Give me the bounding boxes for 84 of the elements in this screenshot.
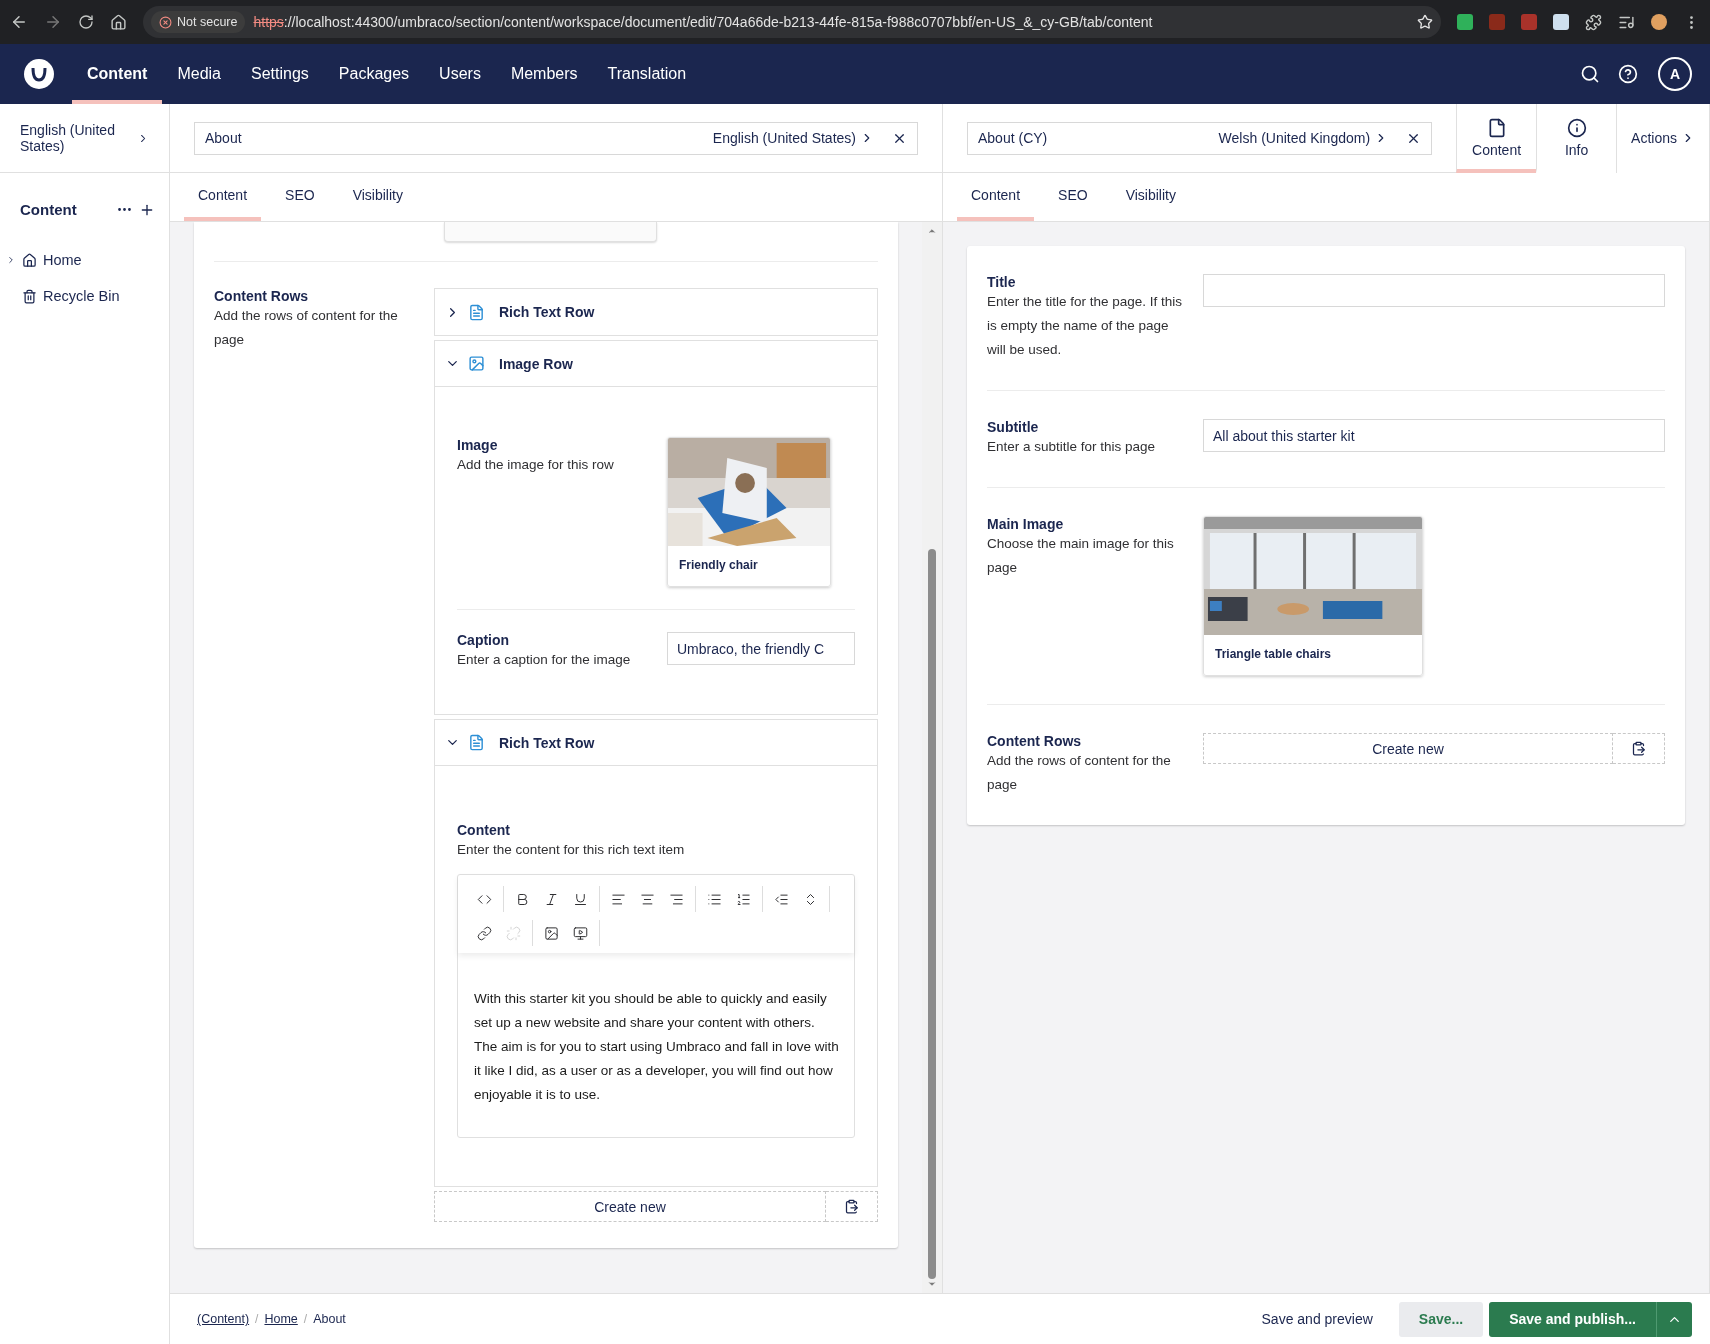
nav-tab[interactable]: Settings: [236, 44, 324, 104]
rich-text-editor[interactable]: [457, 874, 855, 1138]
user-avatar[interactable]: A: [1658, 57, 1692, 91]
logo-icon[interactable]: [24, 59, 54, 89]
tree-item[interactable]: Home: [0, 242, 169, 278]
star-icon[interactable]: [1417, 14, 1433, 30]
property-description: Enter a caption for the image: [457, 651, 632, 669]
property-description: Choose the main image for this page: [987, 535, 1175, 577]
image-card[interactable]: Triangle table chairs: [1203, 516, 1423, 676]
chevron-right-icon[interactable]: [6, 254, 16, 266]
trash-icon: [22, 288, 37, 304]
image-caption: Triangle table chairs: [1214, 646, 1333, 663]
actions-button[interactable]: Actions: [1616, 104, 1709, 173]
property-label: Main Image: [987, 516, 1065, 532]
save-button[interactable]: Save...: [1398, 1301, 1484, 1337]
scroll-up-icon[interactable]: [927, 226, 937, 236]
nav-tab[interactable]: Members: [495, 44, 593, 104]
caret-icon[interactable]: [1656, 1301, 1692, 1337]
text-field[interactable]: [1203, 274, 1665, 307]
document-icon: [468, 734, 485, 751]
tree-item[interactable]: Recycle Bin: [0, 278, 169, 314]
nav-tab[interactable]: Packages: [323, 44, 425, 104]
scroll-down-icon[interactable]: [927, 1279, 937, 1289]
paste-button[interactable]: [1613, 733, 1665, 764]
help-icon[interactable]: [1618, 64, 1638, 84]
property-description: Add the rows of content for the page: [987, 752, 1172, 794]
rich-text-content: With this starter kit you should be able to quickly and easily set up a new website and share your content with others. The aim is for you to start using Umbraco and fall in love with it like I did, as a user or as a developer, you will find out how enjoyable it is to use.: [473, 990, 840, 1104]
property-description: Enter the content for this rich text item: [457, 841, 686, 859]
nav-tab[interactable]: Translation: [592, 44, 702, 104]
back-icon[interactable]: [10, 13, 28, 31]
breadcrumb-separator: /: [255, 1312, 259, 1326]
image-card[interactable]: Friendly chair: [667, 437, 831, 587]
home-icon[interactable]: [110, 13, 127, 31]
info-icon: [1566, 117, 1587, 138]
breadcrumb-separator: /: [303, 1312, 308, 1326]
property-description: Enter the title for the page. If this is empty the name of the page will be used.: [987, 293, 1183, 359]
forward-icon[interactable]: [44, 13, 62, 31]
profile-icon[interactable]: [1651, 14, 1667, 30]
property-description: Enter a subtitle for this page: [987, 438, 1157, 456]
breadcrumb-current[interactable]: About: [313, 1312, 346, 1326]
breadcrumb-link[interactable]: Home: [264, 1312, 298, 1326]
house-icon: [22, 252, 37, 268]
property-label: Subtitle: [987, 419, 1040, 435]
property-label: Caption: [457, 632, 511, 648]
property-description: Add the rows of content for the page: [214, 307, 399, 349]
culture-selector[interactable]: English (United States): [712, 130, 874, 146]
culture-selector[interactable]: Welsh (United Kingdom): [1218, 130, 1389, 146]
create-new-button[interactable]: Create new: [1203, 733, 1613, 764]
property-description: Add the image for this row: [457, 456, 615, 474]
preview-button[interactable]: Save and preview: [1241, 1301, 1393, 1337]
text-field[interactable]: All about this starter kit: [1203, 419, 1665, 452]
tab[interactable]: SEO: [1044, 173, 1102, 221]
view-tab[interactable]: Info: [1536, 104, 1617, 173]
document-icon: [468, 303, 485, 321]
view-tab[interactable]: Content: [1456, 104, 1537, 173]
warning-icon: [159, 15, 172, 29]
property-label: Content: [457, 822, 511, 838]
reload-icon[interactable]: [78, 14, 94, 30]
sidebar-title: Content: [20, 201, 78, 218]
nav-tab[interactable]: Users: [424, 44, 496, 104]
address-bar[interactable]: Not secure https://localhost:44300/umbraco/section/content/workspace/document/edit/704a66de-b213-44fe-815a-f988c0707bbf/en-US_&_cy-GB/tab/content: [143, 6, 1441, 38]
url-text: https://localhost:44300/umbraco/section/content/workspace/document/edit/704a66de-b213-44fe-815a-f988c0707bbf/en-US_&_cy-GB/tab/content: [253, 14, 1153, 30]
image-icon: [468, 355, 485, 372]
paste-button[interactable]: [826, 1191, 878, 1222]
security-chip[interactable]: Not secure: [151, 11, 246, 33]
image-caption: Friendly chair: [678, 557, 759, 574]
puzzle-icon[interactable]: [1585, 13, 1602, 31]
text-field[interactable]: Umbraco, the friendly C: [667, 632, 855, 665]
clipboard-icon: [844, 1199, 859, 1214]
property-label: Title: [987, 274, 1017, 290]
clipboard-icon: [1631, 741, 1646, 756]
property-label: Image: [457, 437, 499, 453]
tab[interactable]: SEO: [271, 173, 329, 221]
publish-button[interactable]: Save and publish...: [1489, 1301, 1656, 1337]
create-new-button[interactable]: Create new: [434, 1191, 826, 1222]
property-label: Content Rows: [214, 288, 310, 304]
property-label: Content Rows: [987, 733, 1083, 749]
nav-tab[interactable]: Media: [162, 44, 236, 104]
document-name-field[interactable]: About (CY) Welsh (United Kingdom): [967, 121, 1433, 155]
breadcrumb-link[interactable]: (Content): [197, 1312, 250, 1326]
tab[interactable]: Visibility: [1111, 173, 1190, 221]
tab[interactable]: Visibility: [338, 173, 417, 221]
search-icon[interactable]: [1580, 64, 1600, 84]
document-name-field[interactable]: About English (United States): [194, 121, 918, 155]
